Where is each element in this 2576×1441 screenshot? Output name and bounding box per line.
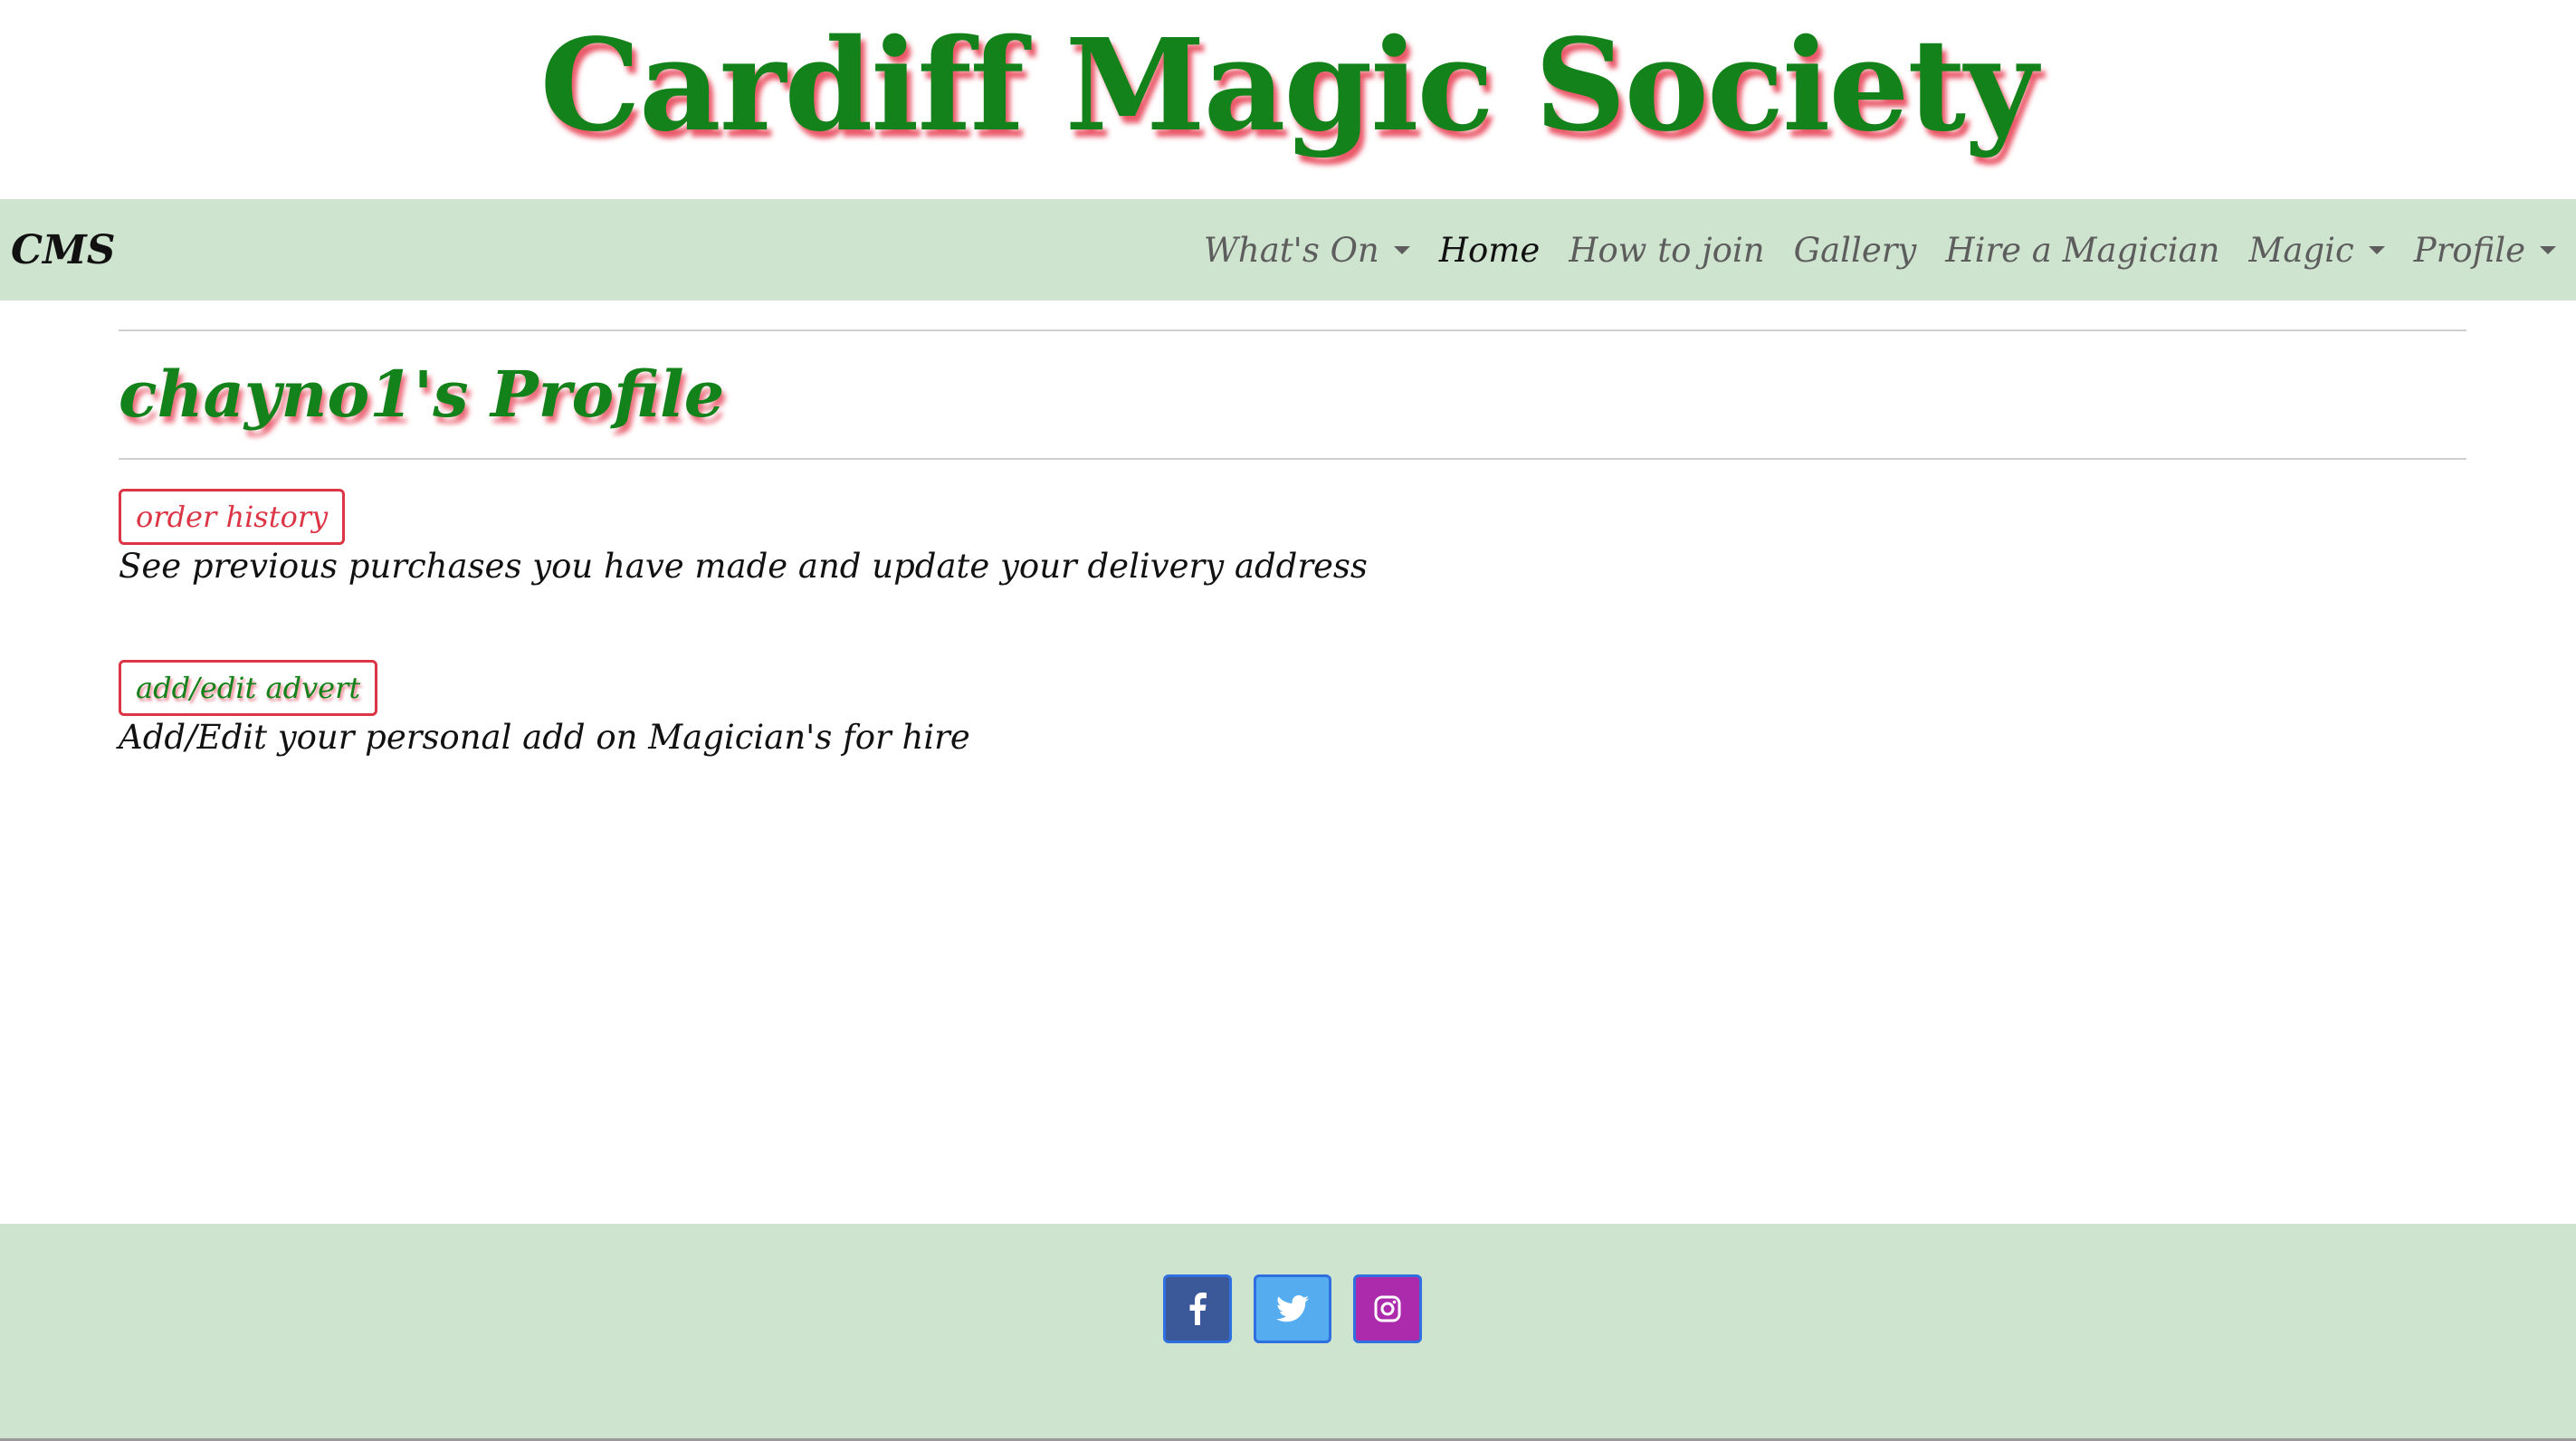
caret-down-icon (2368, 245, 2385, 254)
nav-item-label: Profile (2413, 230, 2525, 270)
nav-links: What's On Home How to join Gallery Hire … (1189, 231, 2571, 270)
nav-item-whats-on[interactable]: What's On (1189, 231, 1425, 270)
page-title: chayno1's Profile (119, 357, 725, 432)
footer (0, 1224, 2576, 1441)
profile-main: chayno1's Profile order history See prev… (119, 301, 2466, 757)
advert-description: Add/Edit your personal add on Magician's… (119, 718, 970, 757)
nav-item-magic[interactable]: Magic (2235, 231, 2399, 270)
instagram-button[interactable] (1353, 1274, 1422, 1343)
twitter-button[interactable] (1254, 1274, 1331, 1343)
nav-item-label: Gallery (1793, 230, 1917, 270)
nav-item-hire-a-magician[interactable]: Hire a Magician (1931, 231, 2234, 270)
order-history-description: See previous purchases you have made and… (119, 547, 1368, 586)
nav-item-gallery[interactable]: Gallery (1779, 231, 1932, 270)
order-history-section: order history See previous purchases you… (119, 489, 2466, 586)
caret-down-icon (2540, 245, 2556, 254)
nav-item-label: Magic (2248, 230, 2354, 270)
twitter-icon (1276, 1295, 1309, 1322)
navbar-brand[interactable]: CMS (11, 227, 116, 273)
site-title: Cardiff Magic Society (539, 12, 2038, 160)
divider (119, 458, 2466, 460)
add-edit-advert-button[interactable]: add/edit advert (119, 660, 378, 716)
advert-section: add/edit advert Add/Edit your personal a… (119, 660, 2466, 757)
instagram-icon (1374, 1295, 1401, 1322)
facebook-button[interactable] (1163, 1274, 1232, 1343)
facebook-icon (1189, 1293, 1207, 1325)
social-links (1163, 1274, 1422, 1343)
caret-down-icon (1393, 245, 1410, 254)
nav-item-label: Home (1438, 230, 1541, 270)
nav-item-label: Hire a Magician (1945, 230, 2220, 270)
nav-item-profile[interactable]: Profile (2399, 231, 2571, 270)
site-banner: Cardiff Magic Society (0, 0, 2576, 199)
navbar: CMS What's On Home How to join Gallery H… (0, 199, 2576, 301)
nav-item-label: What's On (1203, 230, 1379, 270)
nav-item-home[interactable]: Home (1425, 231, 1555, 270)
nav-item-label: How to join (1569, 230, 1765, 270)
nav-item-how-to-join[interactable]: How to join (1554, 231, 1779, 270)
order-history-button[interactable]: order history (119, 489, 346, 545)
